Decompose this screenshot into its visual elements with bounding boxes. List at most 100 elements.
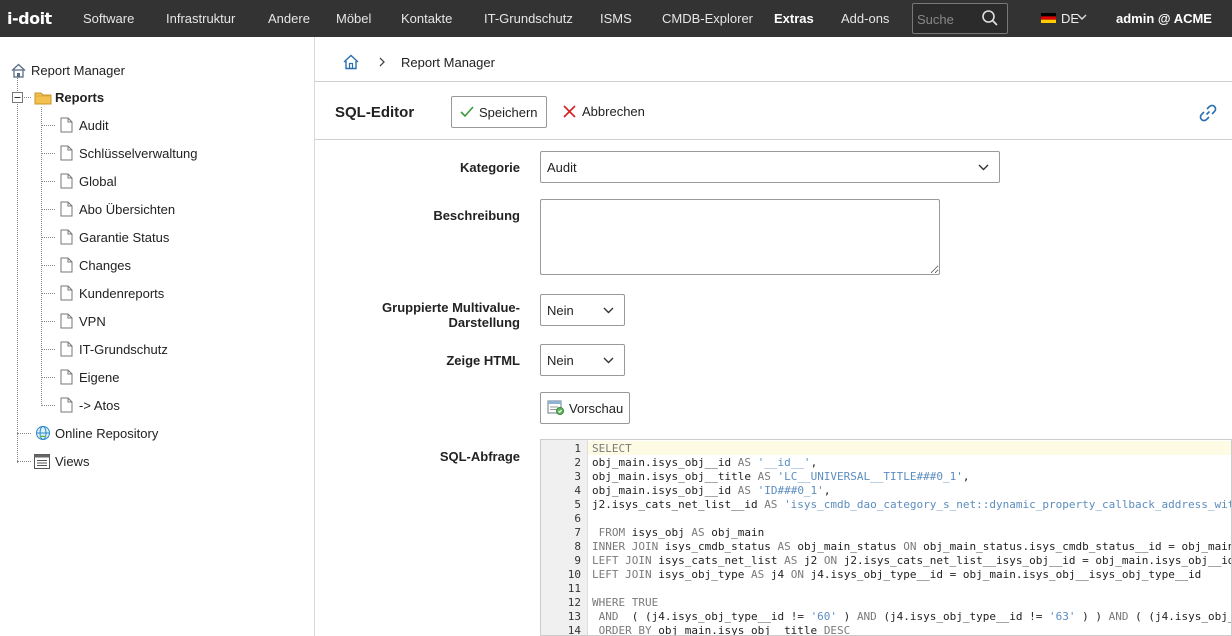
line-number: 3 bbox=[574, 470, 581, 483]
line-number: 7 bbox=[574, 526, 581, 539]
sql-keyword: AS bbox=[777, 540, 798, 553]
nav-cmdb-explorer[interactable]: CMDB-Explorer bbox=[662, 11, 753, 26]
line-number: 6 bbox=[574, 512, 581, 525]
tree-report-atos[interactable]: -> Atos bbox=[79, 398, 120, 413]
line-number: 4 bbox=[574, 484, 581, 497]
tree-report-schluesselverwaltung[interactable]: Schlüsselverwaltung bbox=[79, 146, 198, 161]
sql-keyword: SELECT bbox=[592, 442, 632, 455]
sql-keyword: LEFT JOIN bbox=[592, 554, 659, 567]
code-line[interactable]: LEFT JOIN isys_cats_net_list AS j2 ON j2… bbox=[592, 554, 1231, 568]
sql-string: 'isys_cmdb_dao_category_s_net::dynamic_p… bbox=[784, 498, 1232, 511]
tree-reports-folder[interactable]: Reports bbox=[55, 90, 104, 105]
search-input[interactable] bbox=[917, 10, 977, 28]
code-line[interactable]: AND ( (j4.isys_obj_type__id != '60' ) AN… bbox=[592, 610, 1231, 624]
document-icon bbox=[60, 397, 73, 413]
zeige-html-label: Zeige HTML bbox=[446, 353, 520, 368]
nav-extras[interactable]: Extras bbox=[774, 11, 814, 26]
gruppiert-select[interactable]: Nein bbox=[540, 294, 625, 326]
sql-token: ( (j4.isys_obj_type__id != bbox=[631, 610, 811, 623]
preview-button-label: Vorschau bbox=[569, 400, 624, 416]
save-button[interactable]: Speichern bbox=[451, 96, 547, 128]
code-line[interactable]: WHERE TRUE bbox=[592, 596, 658, 610]
code-line[interactable]: ORDER BY obj_main.isys_obj__title DESC bbox=[592, 624, 851, 635]
user-menu[interactable]: admin @ ACME bbox=[1116, 11, 1212, 26]
tree-report-vpn[interactable]: VPN bbox=[79, 314, 106, 329]
sql-abfrage-label: SQL-Abfrage bbox=[439, 449, 520, 464]
collapse-toggle-icon[interactable] bbox=[12, 92, 23, 103]
gruppiert-value: Nein bbox=[547, 302, 574, 318]
sql-keyword: AND bbox=[856, 610, 884, 623]
link-icon[interactable] bbox=[1199, 104, 1217, 122]
code-line[interactable]: obj_main.isys_obj__id AS 'ID###0_1', bbox=[592, 484, 830, 498]
search-box[interactable] bbox=[912, 3, 1008, 34]
cancel-button[interactable]: Abbrechen bbox=[563, 104, 645, 119]
tree-line bbox=[41, 107, 42, 406]
code-line[interactable]: obj_main.isys_obj__title AS 'LC__UNIVERS… bbox=[592, 470, 970, 484]
document-icon bbox=[60, 201, 73, 217]
tree-report-eigene[interactable]: Eigene bbox=[79, 370, 119, 385]
tree-line bbox=[41, 209, 55, 210]
line-number: 10 bbox=[567, 568, 581, 581]
nav-isms[interactable]: ISMS bbox=[600, 11, 632, 26]
code-line[interactable]: SELECT bbox=[592, 442, 632, 456]
tree-report-kundenreports[interactable]: Kundenreports bbox=[79, 286, 164, 301]
sql-keyword: AS bbox=[737, 456, 758, 469]
tree-report-global[interactable]: Global bbox=[79, 174, 117, 189]
i-doit-logo[interactable]: i-doit bbox=[7, 9, 52, 28]
code-line[interactable]: LEFT JOIN isys_obj_type AS j4 ON j4.isys… bbox=[592, 568, 1201, 582]
tree-report-audit[interactable]: Audit bbox=[79, 118, 109, 133]
line-number: 14 bbox=[567, 624, 581, 636]
chevron-down-icon bbox=[603, 307, 614, 314]
tree-report-abo-uebersichten[interactable]: Abo Übersichten bbox=[79, 202, 175, 217]
code-line[interactable]: FROM isys_obj AS obj_main bbox=[592, 526, 765, 540]
tree-line bbox=[17, 433, 31, 434]
sql-string: '__id__' bbox=[757, 456, 811, 469]
tree-line bbox=[41, 349, 55, 350]
sql-keyword: AS bbox=[764, 498, 785, 511]
nav-add-ons[interactable]: Add-ons bbox=[841, 11, 889, 26]
sql-code-editor[interactable]: 1 2 3 4 5 6 7 8 9 10 11 12 13 14 SELECT obj_main.isys_… bbox=[540, 439, 1232, 636]
tree-report-garantie-status[interactable]: Garantie Status bbox=[79, 230, 169, 245]
german-flag-icon[interactable] bbox=[1041, 13, 1056, 23]
code-line[interactable]: obj_main.isys_obj__id AS '__id__', bbox=[592, 456, 817, 470]
chevron-down-icon bbox=[978, 164, 989, 171]
chevron-down-icon[interactable] bbox=[1077, 13, 1087, 21]
code-line[interactable]: j2.isys_cats_net_list__id AS 'isys_cmdb_… bbox=[592, 498, 1232, 512]
tree-line bbox=[41, 181, 55, 182]
sql-token: isys_cmdb_status bbox=[664, 540, 778, 553]
sql-token: isys_obj_type bbox=[658, 568, 751, 581]
tree-views[interactable]: Views bbox=[55, 454, 89, 469]
kategorie-select[interactable]: Audit bbox=[540, 151, 1000, 183]
gruppiert-label-line2: Darstellung bbox=[448, 315, 520, 330]
sql-keyword: ON bbox=[790, 568, 811, 581]
search-icon[interactable] bbox=[981, 9, 999, 27]
sql-keyword: AS bbox=[784, 554, 804, 567]
nav-moebel[interactable]: Möbel bbox=[336, 11, 371, 26]
beschreibung-textarea[interactable] bbox=[540, 199, 940, 275]
nav-software[interactable]: Software bbox=[83, 11, 134, 26]
nav-andere[interactable]: Andere bbox=[268, 11, 310, 26]
preview-button[interactable]: Vorschau bbox=[540, 392, 631, 424]
close-icon bbox=[563, 105, 576, 118]
tree-report-changes[interactable]: Changes bbox=[79, 258, 131, 273]
tree-report-manager[interactable]: Report Manager bbox=[31, 63, 125, 78]
breadcrumb-current[interactable]: Report Manager bbox=[401, 55, 495, 70]
home-icon bbox=[11, 63, 26, 78]
line-number: 12 bbox=[567, 596, 581, 609]
sidebar-tree: Report Manager Reports Audit Schlüsselve… bbox=[0, 37, 315, 636]
tree-report-it-grundschutz[interactable]: IT-Grundschutz bbox=[79, 342, 168, 357]
sql-token: , bbox=[823, 484, 831, 497]
sql-string: 'LC__UNIVERSAL__TITLE###0_1' bbox=[777, 470, 963, 483]
tree-line bbox=[41, 265, 55, 266]
code-line[interactable]: INNER JOIN isys_cmdb_status AS obj_main_… bbox=[592, 540, 1231, 554]
zeige-html-select[interactable]: Nein bbox=[540, 344, 625, 376]
nav-infrastruktur[interactable]: Infrastruktur bbox=[166, 11, 235, 26]
sql-token: ) ) bbox=[1075, 610, 1109, 623]
nav-it-grundschutz[interactable]: IT-Grundschutz bbox=[484, 11, 573, 26]
tree-online-repository[interactable]: Online Repository bbox=[55, 426, 158, 441]
page-title: SQL-Editor bbox=[335, 104, 415, 121]
nav-kontakte[interactable]: Kontakte bbox=[401, 11, 452, 26]
document-icon bbox=[60, 369, 73, 385]
document-icon bbox=[60, 257, 73, 273]
home-icon[interactable] bbox=[343, 54, 359, 70]
